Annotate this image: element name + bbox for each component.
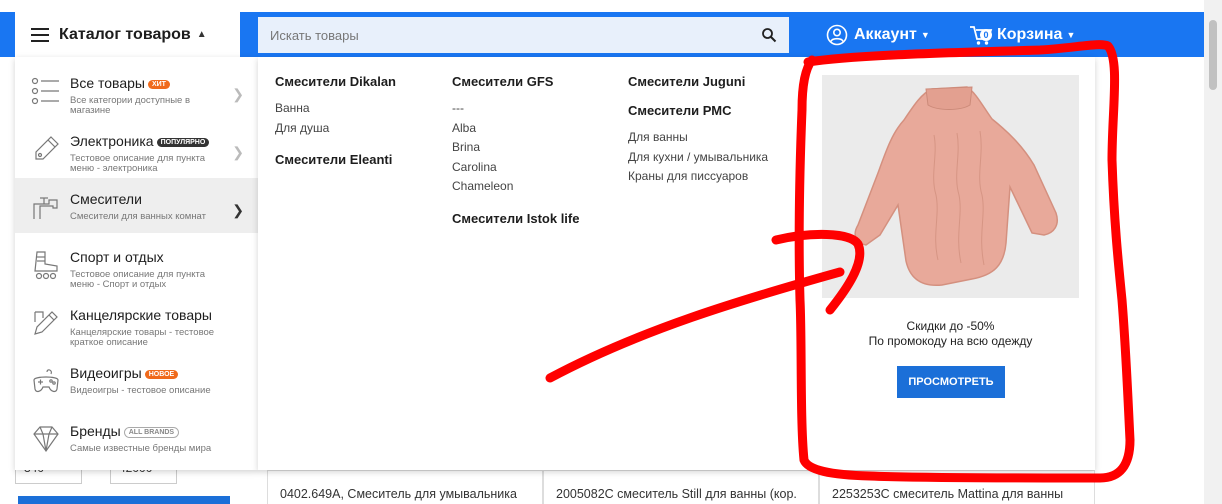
menu-item-label: Электроника: [70, 133, 154, 149]
submenu-group: Смесители РМС Для ванны Для кухни / умыв…: [628, 103, 768, 187]
menu-item-text: Электроника популярно Тестовое описание д…: [70, 133, 230, 174]
menu-item-text: Все товары хит Все категории доступные в …: [70, 75, 230, 116]
submenu-link[interactable]: Для душа: [275, 119, 396, 139]
menu-item-desc: Канцелярские товары - тестовое краткое о…: [70, 327, 215, 348]
submenu-group-title[interactable]: Смесители Juguni: [628, 74, 768, 89]
menu-item-desc: Тестовое описание для пункта меню - Спор…: [70, 269, 206, 290]
pen-tool-icon: [35, 136, 59, 160]
submenu-group: Смесители GFS --- Alba Brina Carolina Ch…: [452, 74, 579, 197]
submenu-column: Смесители Dikalan Ванна Для душа Смесите…: [275, 74, 396, 181]
scrollbar-thumb[interactable]: [1209, 20, 1217, 90]
menu-item-label: Видеоигры: [70, 365, 142, 381]
product-title[interactable]: 0402.649A, Смеситель для умывальника: [267, 470, 543, 504]
submenu-link[interactable]: Ванна: [275, 99, 396, 119]
faucet-icon: [33, 197, 58, 219]
top-header: Каталог товаров ▲ Аккаунт ▼ 0 Корзина ▼: [0, 12, 1204, 57]
product-title[interactable]: 2005082C смеситель Still для ванны (кор.: [543, 470, 819, 504]
roller-skate-icon: [34, 251, 58, 280]
submenu-link[interactable]: Carolina: [452, 158, 579, 178]
search-icon[interactable]: [761, 27, 777, 43]
menu-item-label: Спорт и отдых: [70, 249, 164, 265]
submenu-link[interactable]: Chameleon: [452, 177, 579, 197]
chevron-right-icon: ❯: [232, 144, 244, 160]
diamond-icon: [33, 426, 59, 453]
menu-item-desc: Все категории доступные в магазине: [70, 95, 191, 116]
menu-item-text: Спорт и отдых Тестовое описание для пунк…: [70, 249, 230, 290]
popular-badge: популярно: [156, 138, 210, 147]
submenu-group: Смесители Juguni: [628, 74, 768, 89]
submenu-column: Смесители Juguni Смесители РМС Для ванны…: [628, 74, 768, 201]
cart-menu[interactable]: 0 Корзина ▼: [969, 12, 1075, 57]
menu-item-text: Видеоигры новое Видеоигры - тестовое опис…: [70, 365, 230, 396]
menu-item-desc: Видеоигры - тестовое описание: [70, 385, 211, 396]
submenu-column: Смесители GFS --- Alba Brina Carolina Ch…: [452, 74, 579, 240]
menu-item-desc: Смесители для ванных комнат: [70, 211, 206, 222]
menu-item-sport[interactable]: Спорт и отдых Тестовое описание для пунк…: [15, 236, 258, 291]
chevron-right-icon: ❯: [232, 86, 244, 102]
menu-item-text: Смесители Смесители для ванных комнат: [70, 191, 230, 222]
menu-item-faucets[interactable]: Смесители Смесители для ванных комнат ❯: [15, 178, 258, 233]
cart-label: Корзина: [997, 25, 1063, 43]
submenu-link[interactable]: Для кухни / умывальника: [628, 148, 768, 168]
account-menu[interactable]: Аккаунт ▼: [826, 12, 930, 57]
submenu-link[interactable]: Alba: [452, 119, 579, 139]
promo-image[interactable]: [822, 75, 1079, 298]
user-icon: [826, 24, 848, 45]
submenu-group-title[interactable]: Смесители Eleanti: [275, 152, 396, 167]
new-badge: новое: [144, 370, 179, 379]
submenu-group-title[interactable]: Смесители Istok life: [452, 211, 579, 226]
chevron-down-icon: ▼: [920, 29, 930, 40]
price-range-slider[interactable]: [18, 496, 230, 504]
promo-line-1: Скидки до -50%: [906, 319, 995, 333]
submenu-group-title[interactable]: Смесители Dikalan: [275, 74, 396, 89]
search-input[interactable]: [270, 27, 750, 43]
menu-item-label: Бренды: [70, 423, 121, 439]
catalog-button[interactable]: Каталог товаров ▲: [15, 12, 240, 57]
submenu-group: Смесители Dikalan Ванна Для душа: [275, 74, 396, 138]
brands-badge: all brands: [123, 427, 180, 438]
list-icon: [31, 77, 59, 105]
submenu-group-title[interactable]: Смесители GFS: [452, 74, 579, 89]
menu-item-desc: Самые известные бренды мира: [70, 443, 212, 454]
account-label: Аккаунт: [854, 25, 917, 43]
submenu-group-title[interactable]: Смесители РМС: [628, 103, 768, 118]
hit-badge: хит: [147, 80, 170, 89]
submenu-panel: Смесители Dikalan Ванна Для душа Смесите…: [258, 57, 1095, 470]
submenu-link[interactable]: Краны для писсуаров: [628, 167, 768, 187]
menu-item-desc: Тестовое описание для пункта меню - элек…: [70, 153, 206, 174]
sweater-illustration: [854, 86, 1058, 287]
promo-text: Скидки до -50% По промокоду на всю одежд…: [822, 319, 1079, 349]
cart-count-badge: 0: [980, 28, 992, 41]
submenu-group: Смесители Istok life: [452, 211, 579, 226]
catalog-button-label: Каталог товаров: [59, 25, 191, 43]
page-scrollbar[interactable]: [1204, 0, 1222, 504]
submenu-link[interactable]: ---: [452, 99, 579, 119]
gamepad-icon: [33, 369, 59, 393]
menu-icon: [31, 27, 49, 42]
menu-item-videogames[interactable]: Видеоигры новое Видеоигры - тестовое опис…: [15, 352, 258, 407]
chevron-up-icon: ▲: [196, 29, 207, 40]
view-promo-button[interactable]: ПРОСМОТРЕТЬ: [897, 366, 1005, 398]
chevron-down-icon: ▼: [1066, 29, 1076, 40]
pencil-ruler-icon: [34, 311, 58, 335]
menu-item-brands[interactable]: Бренды all brands Самые известные бренды …: [15, 410, 258, 465]
submenu-group: Смесители Eleanti: [275, 152, 396, 167]
promo-line-2: По промокоду на всю одежду: [868, 334, 1033, 348]
menu-item-label: Смесители: [70, 191, 142, 207]
search-bar: [258, 17, 789, 53]
menu-item-stationery[interactable]: Канцелярские товары Канцелярские товары …: [15, 294, 258, 349]
catalog-dropdown: Все товары хит Все категории доступные в …: [15, 57, 258, 470]
chevron-right-icon: ❯: [232, 202, 244, 218]
menu-item-label: Все товары: [70, 75, 145, 91]
menu-item-label: Канцелярские товары: [70, 307, 212, 323]
menu-item-text: Канцелярские товары Канцелярские товары …: [70, 307, 230, 348]
menu-item-all-products[interactable]: Все товары хит Все категории доступные в …: [15, 62, 258, 117]
menu-item-electronics[interactable]: Электроника популярно Тестовое описание д…: [15, 120, 258, 175]
cart-icon-wrap: 0: [969, 24, 993, 46]
submenu-link[interactable]: Brina: [452, 138, 579, 158]
menu-item-text: Бренды all brands Самые известные бренды …: [70, 423, 230, 454]
product-title[interactable]: 2253253C смеситель Mattina для ванны: [819, 470, 1095, 504]
submenu-link[interactable]: Для ванны: [628, 128, 768, 148]
